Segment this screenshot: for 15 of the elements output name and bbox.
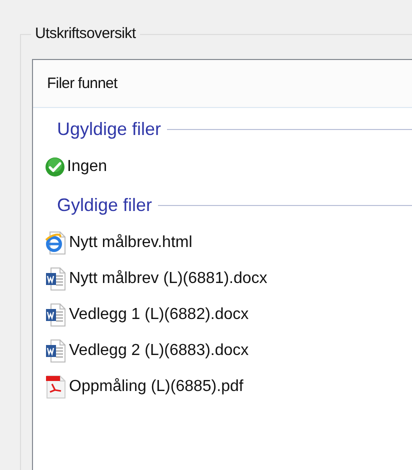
file-name[interactable]: Oppmåling (L)(6885).pdf [69,378,244,396]
word-document-icon [45,339,67,363]
file-name[interactable]: Nytt målbrev (L)(6881).docx [69,270,268,288]
file-name[interactable]: Vedlegg 2 (L)(6883).docx [69,342,249,360]
file-name[interactable]: Vedlegg 1 (L)(6882).docx [69,306,249,324]
pdf-document-icon [45,375,67,399]
file-name[interactable]: Nytt målbrev.html [69,234,192,252]
check-circle-icon [45,157,65,177]
section-heading: Ugyldige filer [57,118,162,140]
word-document-icon [45,303,67,327]
word-document-icon [45,267,67,291]
status-text: Ingen [67,158,108,176]
section-heading: Gyldige filer [57,194,152,216]
browser-document-icon [45,231,67,255]
column-header: Filer funnet [47,75,118,92]
